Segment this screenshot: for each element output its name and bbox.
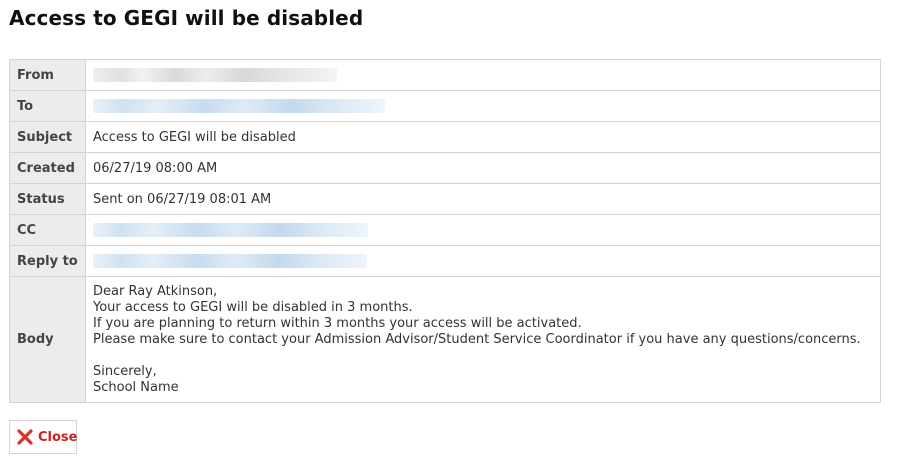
- row-from: From: [9, 59, 881, 91]
- cc-redacted: [93, 223, 368, 237]
- status-label: Status: [9, 183, 86, 215]
- close-label: Close: [38, 429, 78, 445]
- row-cc: CC: [9, 214, 881, 246]
- to-label: To: [9, 90, 86, 122]
- row-subject: Subject Access to GEGI will be disabled: [9, 121, 881, 153]
- cc-value: [85, 214, 881, 246]
- row-created: Created 06/27/19 08:00 AM: [9, 152, 881, 184]
- created-value: 06/27/19 08:00 AM: [85, 152, 881, 184]
- close-x-icon: [16, 428, 34, 446]
- from-redacted: [93, 68, 337, 82]
- row-to: To: [9, 90, 881, 122]
- subject-value: Access to GEGI will be disabled: [85, 121, 881, 153]
- from-label: From: [9, 59, 86, 91]
- page-title: Access to GEGI will be disabled: [9, 6, 364, 30]
- body-label: Body: [9, 276, 86, 403]
- status-value: Sent on 06/27/19 08:01 AM: [85, 183, 881, 215]
- cc-label: CC: [9, 214, 86, 246]
- subject-label: Subject: [9, 121, 86, 153]
- reply-to-value: [85, 245, 881, 277]
- to-redacted: [93, 99, 385, 113]
- from-value: [85, 59, 881, 91]
- to-value: [85, 90, 881, 122]
- row-status: Status Sent on 06/27/19 08:01 AM: [9, 183, 881, 215]
- close-button[interactable]: Close: [9, 420, 77, 454]
- row-body: Body Dear Ray Atkinson, Your access to G…: [9, 276, 881, 403]
- reply-to-redacted: [93, 254, 367, 268]
- body-value: Dear Ray Atkinson, Your access to GEGI w…: [85, 276, 881, 403]
- row-reply-to: Reply to: [9, 245, 881, 277]
- body-text: Dear Ray Atkinson, Your access to GEGI w…: [93, 283, 861, 395]
- reply-to-label: Reply to: [9, 245, 86, 277]
- message-details-table: From To Subject Access to GEGI will be d…: [9, 59, 881, 403]
- created-label: Created: [9, 152, 86, 184]
